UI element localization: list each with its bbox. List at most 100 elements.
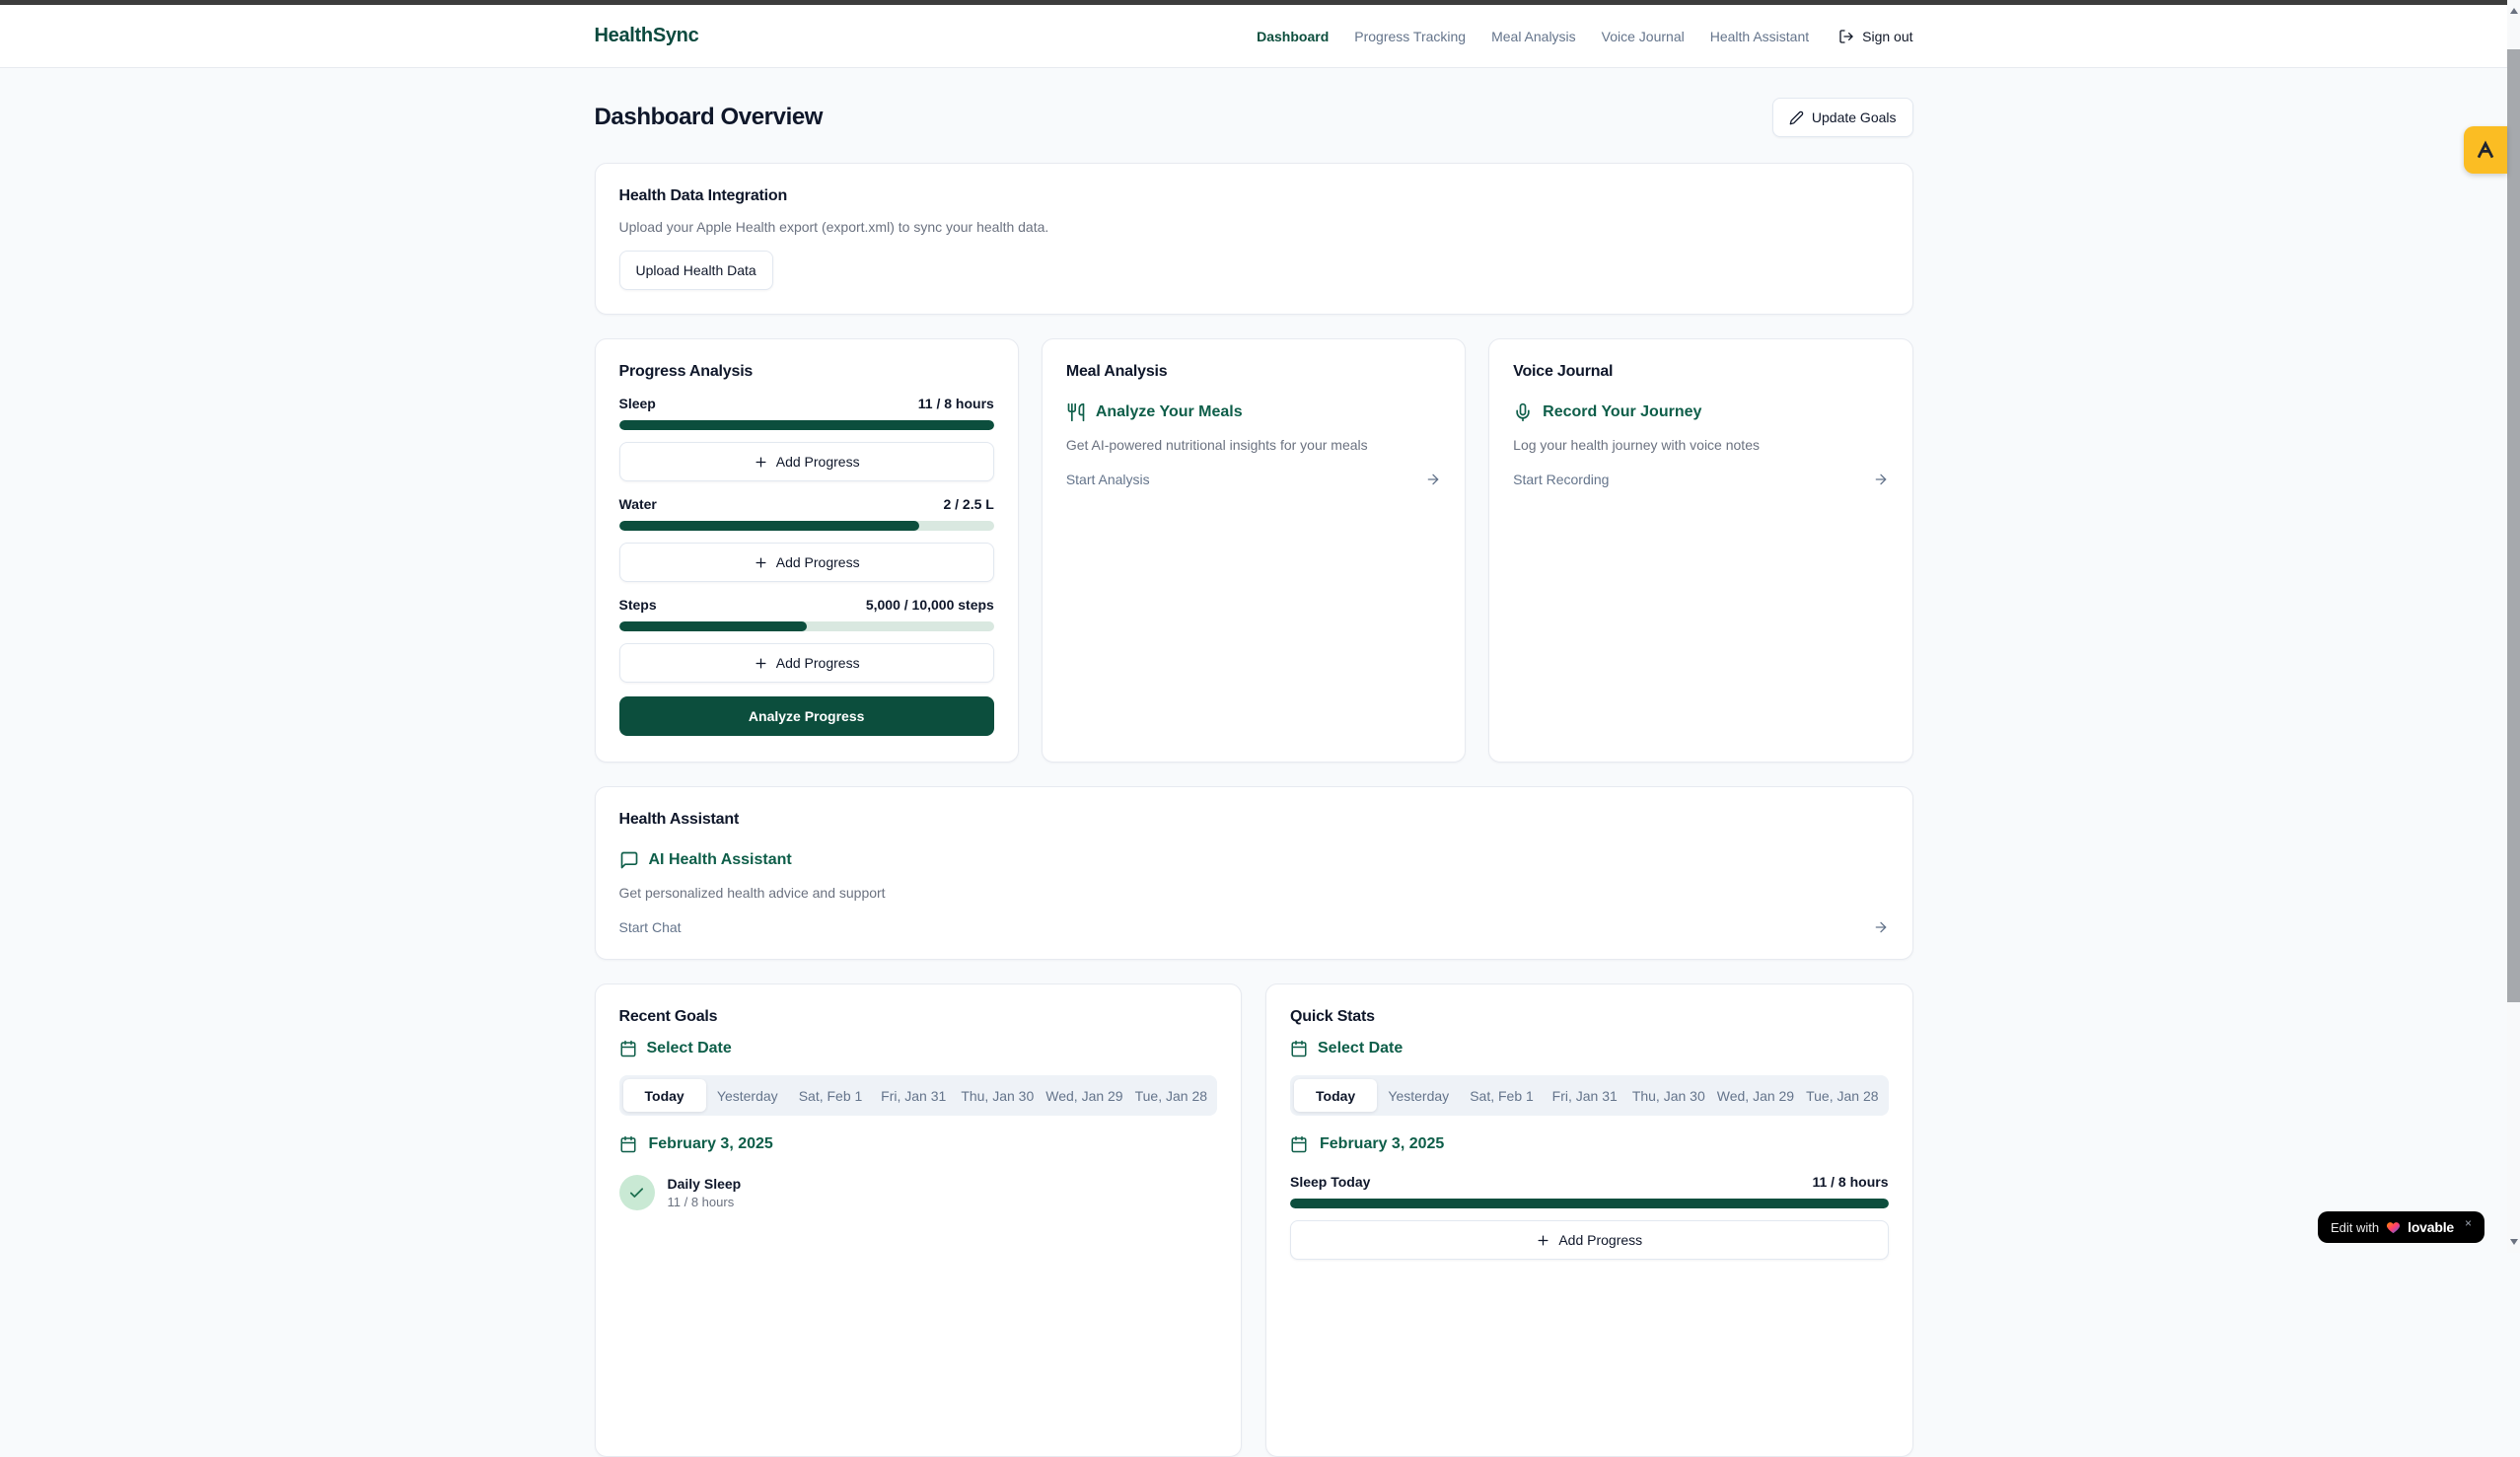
plus-icon <box>754 656 768 671</box>
tab-sat-feb-1[interactable]: Sat, Feb 1 <box>789 1079 872 1112</box>
arrow-right-icon <box>1873 472 1889 487</box>
lovable-badge[interactable]: Edit with lovable × <box>2318 1211 2484 1243</box>
tab-tue-jan-28[interactable]: Tue, Jan 28 <box>1129 1079 1213 1112</box>
a-logo-icon <box>2475 139 2496 161</box>
triangle-up-icon <box>2510 8 2518 14</box>
voice-journal-card: Voice Journal Record Your Journey Log yo… <box>1488 338 1912 763</box>
quick-stats-add-progress-button[interactable]: Add Progress <box>1290 1220 1889 1260</box>
selected-date-label: February 3, 2025 <box>649 1135 773 1153</box>
nav-dashboard[interactable]: Dashboard <box>1257 29 1329 44</box>
add-progress-steps-button[interactable]: Add Progress <box>619 643 994 683</box>
heart-icon <box>2386 1220 2401 1235</box>
calendar-icon <box>1290 1040 1308 1057</box>
main-nav: Dashboard Progress Tracking Meal Analysi… <box>1257 29 1912 44</box>
calendar-icon <box>619 1135 637 1153</box>
goal-completed-badge <box>619 1175 655 1210</box>
action-label: Start Analysis <box>1066 472 1150 487</box>
scrollbar[interactable] <box>2507 0 2520 1253</box>
metric-label: Sleep <box>619 396 656 411</box>
metric-value: 5,000 / 10,000 steps <box>866 597 994 613</box>
tab-sat-feb-1[interactable]: Sat, Feb 1 <box>1460 1079 1543 1112</box>
update-goals-label: Update Goals <box>1812 109 1897 125</box>
microphone-icon <box>1513 402 1533 422</box>
tab-tue-jan-28[interactable]: Tue, Jan 28 <box>1800 1079 1884 1112</box>
app-logo[interactable]: HealthSync <box>595 25 699 47</box>
ai-health-assistant-link[interactable]: AI Health Assistant <box>619 850 1889 870</box>
recent-goals-select-date[interactable]: Select Date <box>619 1040 1218 1057</box>
add-progress-sleep-button[interactable]: Add Progress <box>619 442 994 481</box>
meal-analysis-card: Meal Analysis Analyze Your Meals Get AI-… <box>1042 338 1466 763</box>
voice-journal-description: Log your health journey with voice notes <box>1513 437 1888 453</box>
tab-yesterday[interactable]: Yesterday <box>706 1079 789 1112</box>
add-progress-label: Add Progress <box>776 554 860 570</box>
check-icon <box>628 1185 645 1202</box>
recent-goals-date-tabs: Today Yesterday Sat, Feb 1 Fri, Jan 31 T… <box>619 1075 1218 1116</box>
tab-fri-jan-31[interactable]: Fri, Jan 31 <box>1544 1079 1626 1112</box>
metric-value: 11 / 8 hours <box>918 396 994 411</box>
select-date-label: Select Date <box>647 1040 732 1057</box>
add-progress-label: Add Progress <box>776 655 860 671</box>
tab-wed-jan-29[interactable]: Wed, Jan 29 <box>1711 1079 1800 1112</box>
tab-today[interactable]: Today <box>623 1079 706 1112</box>
metric-steps: Steps 5,000 / 10,000 steps Add Progress <box>619 597 994 683</box>
upload-health-data-button[interactable]: Upload Health Data <box>619 251 773 290</box>
progress-bar-sleep <box>619 420 994 430</box>
goal-value: 11 / 8 hours <box>668 1195 742 1209</box>
add-progress-label: Add Progress <box>1558 1232 1642 1248</box>
tab-yesterday[interactable]: Yesterday <box>1377 1079 1460 1112</box>
plus-icon <box>754 455 768 470</box>
health-assistant-card: Health Assistant AI Health Assistant Get… <box>595 786 1913 960</box>
tab-today[interactable]: Today <box>1294 1079 1377 1112</box>
analyze-progress-button[interactable]: Analyze Progress <box>619 696 994 736</box>
badge-brand-label: lovable <box>2408 1219 2454 1235</box>
nav-progress-tracking[interactable]: Progress Tracking <box>1354 29 1466 44</box>
metric-label: Water <box>619 496 657 512</box>
feature-label: Record Your Journey <box>1543 403 1701 421</box>
scrollbar-thumb[interactable] <box>2507 49 2520 1002</box>
floating-widget-button[interactable] <box>2464 126 2507 174</box>
tab-wed-jan-29[interactable]: Wed, Jan 29 <box>1040 1079 1128 1112</box>
start-chat-link[interactable]: Start Chat <box>619 919 1889 935</box>
tab-thu-jan-30[interactable]: Thu, Jan 30 <box>1626 1079 1711 1112</box>
start-analysis-link[interactable]: Start Analysis <box>1066 472 1441 487</box>
record-your-journey-link[interactable]: Record Your Journey <box>1513 402 1888 422</box>
feature-label: Analyze Your Meals <box>1096 403 1243 421</box>
arrow-right-icon <box>1425 472 1441 487</box>
health-assistant-title: Health Assistant <box>619 811 1889 829</box>
quick-stats-selected-date[interactable]: February 3, 2025 <box>1290 1135 1889 1153</box>
logout-icon <box>1838 29 1854 44</box>
badge-close-icon[interactable]: × <box>2465 1217 2472 1229</box>
scrollbar-up-arrow[interactable] <box>2507 4 2520 18</box>
arrow-right-icon <box>1873 919 1889 935</box>
analyze-your-meals-link[interactable]: Analyze Your Meals <box>1066 402 1441 422</box>
update-goals-button[interactable]: Update Goals <box>1772 98 1913 137</box>
start-recording-link[interactable]: Start Recording <box>1513 472 1888 487</box>
signout-button[interactable]: Sign out <box>1838 29 1912 44</box>
nav-voice-journal[interactable]: Voice Journal <box>1602 29 1685 44</box>
health-data-description: Upload your Apple Health export (export.… <box>619 219 1889 235</box>
nav-health-assistant[interactable]: Health Assistant <box>1710 29 1809 44</box>
add-progress-water-button[interactable]: Add Progress <box>619 543 994 582</box>
recent-goals-selected-date[interactable]: February 3, 2025 <box>619 1135 1218 1153</box>
action-label: Start Chat <box>619 919 682 935</box>
stat-value: 11 / 8 hours <box>1812 1174 1888 1190</box>
progress-analysis-card: Progress Analysis Sleep 11 / 8 hours Add… <box>595 338 1019 763</box>
scrollbar-down-arrow[interactable] <box>2507 1235 2520 1249</box>
quick-stats-date-tabs: Today Yesterday Sat, Feb 1 Fri, Jan 31 T… <box>1290 1075 1889 1116</box>
utensils-icon <box>1066 402 1086 422</box>
meal-analysis-description: Get AI-powered nutritional insights for … <box>1066 437 1441 453</box>
quick-stats-title: Quick Stats <box>1290 1008 1889 1026</box>
top-strip <box>0 0 2507 5</box>
progress-bar-steps <box>619 621 994 631</box>
tab-thu-jan-30[interactable]: Thu, Jan 30 <box>955 1079 1040 1112</box>
recent-goals-card: Recent Goals Select Date Today Yesterday… <box>595 983 1243 1457</box>
quick-stats-select-date[interactable]: Select Date <box>1290 1040 1889 1057</box>
signout-label: Sign out <box>1862 29 1912 44</box>
nav-meal-analysis[interactable]: Meal Analysis <box>1491 29 1576 44</box>
triangle-down-icon <box>2510 1239 2518 1245</box>
tab-fri-jan-31[interactable]: Fri, Jan 31 <box>872 1079 955 1112</box>
metric-water: Water 2 / 2.5 L Add Progress <box>619 496 994 582</box>
stat-label: Sleep Today <box>1290 1174 1370 1190</box>
health-assistant-description: Get personalized health advice and suppo… <box>619 885 1889 901</box>
badge-prefix-label: Edit with <box>2331 1220 2379 1235</box>
